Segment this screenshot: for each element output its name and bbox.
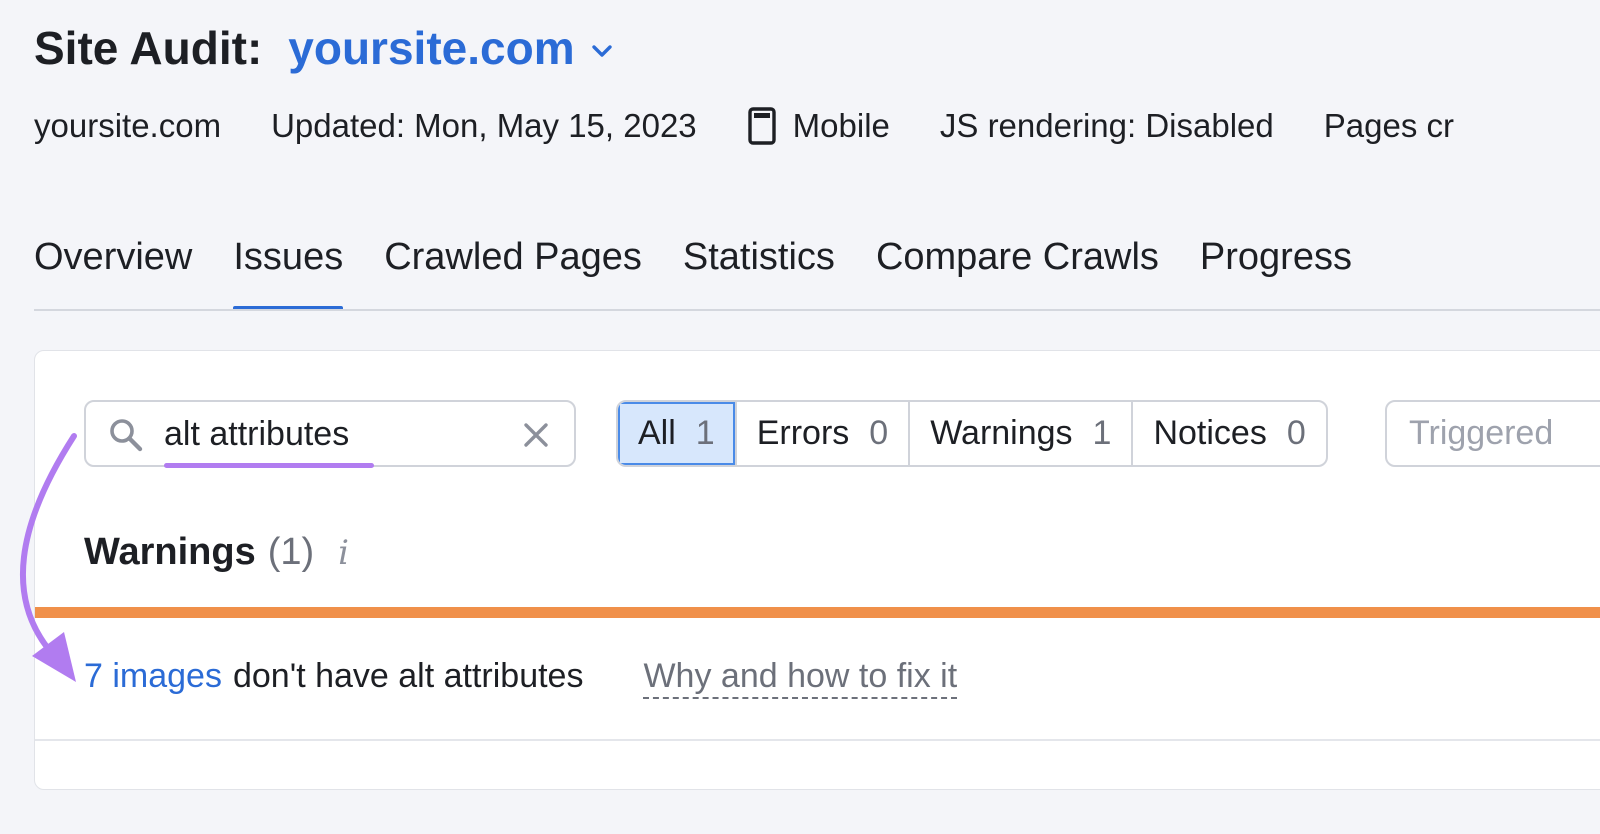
page-title: Site Audit: bbox=[34, 22, 263, 74]
filter-all-label: All bbox=[638, 414, 676, 452]
site-audit-page: Site Audit: yoursite.com yoursite.com Up… bbox=[0, 0, 1600, 834]
site-name[interactable]: yoursite.com bbox=[288, 21, 574, 75]
tab-compare-crawls[interactable]: Compare Crawls bbox=[876, 228, 1159, 311]
tab-issues[interactable]: Issues bbox=[233, 228, 343, 311]
issue-count-link[interactable]: 7 images bbox=[84, 657, 222, 696]
why-and-how-to-fix-link[interactable]: Why and how to fix it bbox=[643, 657, 958, 699]
chevron-down-icon[interactable] bbox=[589, 38, 615, 64]
meta-domain: yoursite.com bbox=[34, 107, 222, 144]
project-meta: yoursite.com Updated: Mon, May 15, 2023 … bbox=[34, 104, 1504, 148]
filter-all[interactable]: All 1 bbox=[618, 402, 737, 465]
meta-js-rendering: JS rendering: Disabled bbox=[939, 107, 1274, 144]
page-header: Site Audit: yoursite.com bbox=[34, 18, 615, 78]
tab-bar: Overview Issues Crawled Pages Statistics… bbox=[34, 228, 1600, 311]
filter-notices-count: 0 bbox=[1286, 414, 1306, 452]
filter-notices[interactable]: Notices 0 bbox=[1133, 402, 1325, 465]
close-icon[interactable] bbox=[522, 421, 550, 449]
meta-pages-crawled: Pages cr bbox=[1323, 107, 1454, 144]
search-icon bbox=[110, 419, 143, 452]
search-input[interactable] bbox=[164, 412, 504, 456]
issue-description: don't have alt attributes bbox=[232, 657, 584, 695]
mobile-phone-icon bbox=[747, 107, 776, 145]
section-count: (1) bbox=[267, 531, 315, 573]
info-icon[interactable]: i bbox=[338, 533, 349, 573]
tab-bar-divider bbox=[34, 309, 1600, 311]
site-selector-dropdown[interactable]: yoursite.com bbox=[288, 21, 614, 75]
filter-warnings[interactable]: Warnings 1 bbox=[910, 402, 1134, 465]
issue-type-filter: All 1 Errors 0 Warnings 1 Notices 0 bbox=[616, 400, 1328, 467]
section-title: Warnings bbox=[84, 531, 256, 573]
issue-search-box[interactable] bbox=[84, 400, 576, 468]
filter-errors-count: 0 bbox=[869, 414, 889, 452]
search-highlight-underline bbox=[164, 463, 374, 468]
meta-updated: Updated: Mon, May 15, 2023 bbox=[271, 107, 697, 144]
row-divider bbox=[35, 739, 1600, 741]
issue-row: 7 images don't have alt attributes Why a… bbox=[84, 657, 958, 699]
filter-notices-label: Notices bbox=[1153, 414, 1267, 452]
tab-crawled-pages[interactable]: Crawled Pages bbox=[384, 228, 642, 311]
tab-progress[interactable]: Progress bbox=[1200, 228, 1352, 311]
filter-all-count: 1 bbox=[695, 414, 715, 452]
filter-errors-label: Errors bbox=[756, 414, 850, 452]
warning-severity-bar bbox=[35, 607, 1600, 618]
tab-overview[interactable]: Overview bbox=[34, 228, 192, 311]
filter-warnings-count: 1 bbox=[1092, 414, 1112, 452]
meta-device-label: Mobile bbox=[792, 107, 890, 144]
warnings-section-header: Warnings (1) i bbox=[84, 531, 349, 574]
tab-statistics[interactable]: Statistics bbox=[683, 228, 835, 311]
issues-panel: All 1 Errors 0 Warnings 1 Notices 0 Trig… bbox=[34, 350, 1600, 790]
meta-device: Mobile bbox=[747, 107, 890, 145]
triggered-dropdown[interactable]: Triggered bbox=[1385, 400, 1600, 467]
filter-errors[interactable]: Errors 0 bbox=[737, 402, 911, 465]
filter-warnings-label: Warnings bbox=[930, 414, 1073, 452]
